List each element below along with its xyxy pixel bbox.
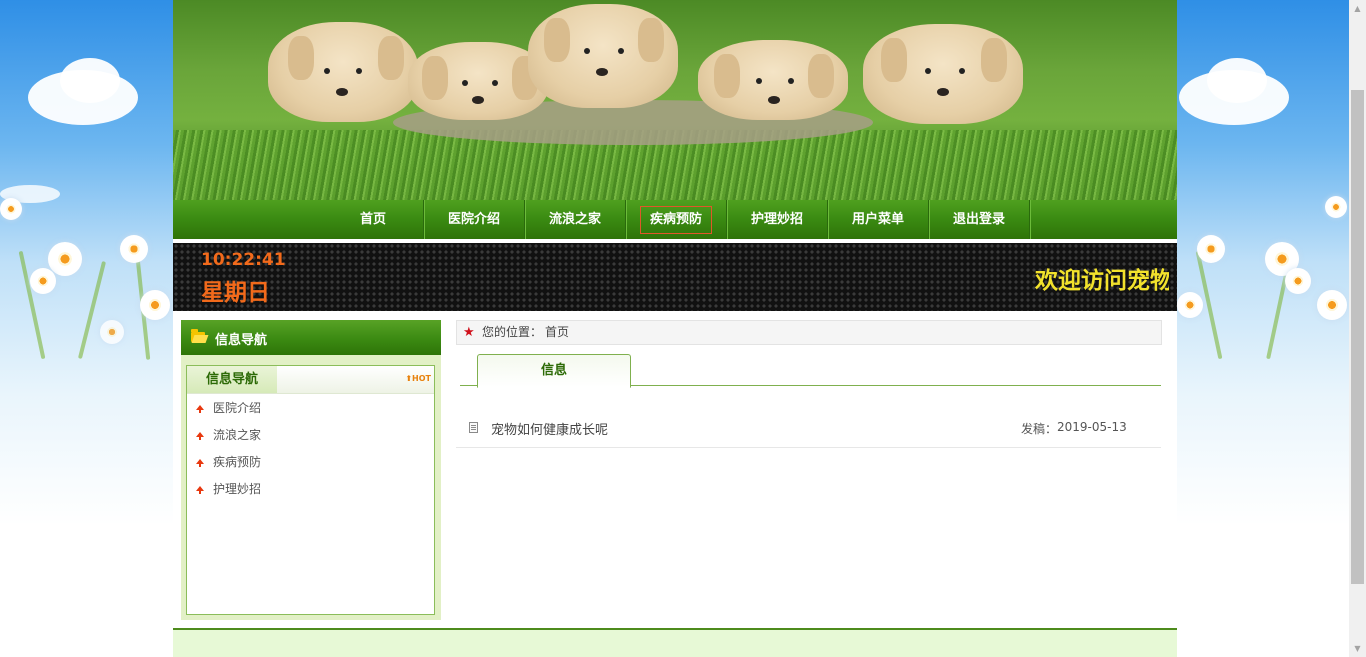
sidebar-title: 信息导航: [215, 333, 268, 348]
sidebar: 信息导航 信息导航 ⬆HOT 医院介绍 流浪之家 疾病预防 护理妙招: [181, 320, 441, 620]
star-icon: ★: [463, 325, 475, 340]
list-item[interactable]: 宠物如何健康成长呢 发稿： 2019-05-13: [456, 408, 1161, 448]
arrow-up-icon: [196, 405, 204, 413]
sidebar-item-care-tips[interactable]: 护理妙招: [187, 476, 434, 503]
nav-item-hospital-intro[interactable]: 医院介绍: [424, 200, 525, 239]
arrow-up-icon: [196, 432, 204, 440]
nav-link[interactable]: 流浪之家: [525, 200, 625, 239]
arrow-up-icon: [196, 486, 204, 494]
scroll-thumb[interactable]: [1351, 90, 1364, 584]
nav-link[interactable]: 医院介绍: [424, 200, 524, 239]
header-banner-image: [173, 0, 1177, 200]
scroll-up-icon[interactable]: ▲: [1349, 0, 1366, 17]
arrow-up-icon: [196, 459, 204, 467]
nav-item-stray-home[interactable]: 流浪之家: [525, 200, 626, 239]
nav-item-disease-prevention[interactable]: 疾病预防: [626, 200, 727, 239]
folder-open-icon: [191, 329, 205, 342]
clock-marquee-bar: 10:22:41 星期日 欢迎访问宠物: [173, 243, 1177, 311]
nav-item-logout[interactable]: 退出登录: [929, 200, 1030, 239]
publish-date: 2019-05-13: [1057, 420, 1127, 434]
publish-date-label: 发稿：: [1021, 422, 1058, 436]
hot-icon: ⬆HOT: [405, 374, 431, 383]
sidebar-item-disease-prevention[interactable]: 疾病预防: [187, 449, 434, 476]
nav-item-user-menu[interactable]: 用户菜单: [828, 200, 929, 239]
breadcrumb-label: 您的位置：: [482, 325, 543, 339]
scroll-down-icon[interactable]: ▼: [1349, 640, 1366, 657]
sidebar-item-label[interactable]: 护理妙招: [213, 482, 261, 496]
sidebar-box-tab[interactable]: 信息导航: [187, 366, 277, 393]
tab-info[interactable]: 信息: [477, 354, 631, 388]
nav-link[interactable]: 首页: [323, 200, 423, 239]
breadcrumb: ★ 您的位置： 首页: [456, 320, 1162, 345]
nav-link[interactable]: 护理妙招: [727, 200, 827, 239]
welcome-marquee: 欢迎访问宠物: [1033, 261, 1169, 295]
sidebar-item-hospital-intro[interactable]: 医院介绍: [187, 395, 434, 422]
background-left-decoration: [0, 0, 173, 657]
document-icon: [469, 422, 478, 433]
breadcrumb-home-link[interactable]: 首页: [545, 321, 569, 344]
sidebar-item-stray-home[interactable]: 流浪之家: [187, 422, 434, 449]
sidebar-item-label[interactable]: 流浪之家: [213, 428, 261, 442]
page-container: 首页 医院介绍 流浪之家 疾病预防 护理妙招 用户菜单 退出登录 10:22:4…: [173, 0, 1177, 657]
background-right-decoration: [1177, 0, 1349, 657]
page-scrollbar[interactable]: ▲ ▼: [1349, 0, 1366, 657]
sidebar-item-label[interactable]: 医院介绍: [213, 401, 261, 415]
nav-item-home[interactable]: 首页: [323, 200, 424, 239]
page-footer: [173, 628, 1177, 657]
nav-link[interactable]: 退出登录: [929, 200, 1029, 239]
clock-weekday: 星期日: [201, 280, 270, 306]
sidebar-item-label[interactable]: 疾病预防: [213, 455, 261, 469]
marquee-text: 欢迎访问宠物: [1035, 268, 1169, 294]
main-navigation: 首页 医院介绍 流浪之家 疾病预防 护理妙招 用户菜单 退出登录: [173, 200, 1177, 239]
info-title-link[interactable]: 宠物如何健康成长呢: [491, 419, 608, 438]
nav-link[interactable]: 疾病预防: [626, 200, 726, 239]
sidebar-box-tabbar: 信息导航 ⬆HOT: [187, 366, 434, 394]
sidebar-nav-box: 信息导航 ⬆HOT 医院介绍 流浪之家 疾病预防 护理妙招: [186, 365, 435, 615]
sidebar-header: 信息导航: [181, 320, 441, 355]
nav-link[interactable]: 用户菜单: [828, 200, 928, 239]
clock-time: 10:22:41: [201, 250, 286, 270]
nav-item-care-tips[interactable]: 护理妙招: [727, 200, 828, 239]
